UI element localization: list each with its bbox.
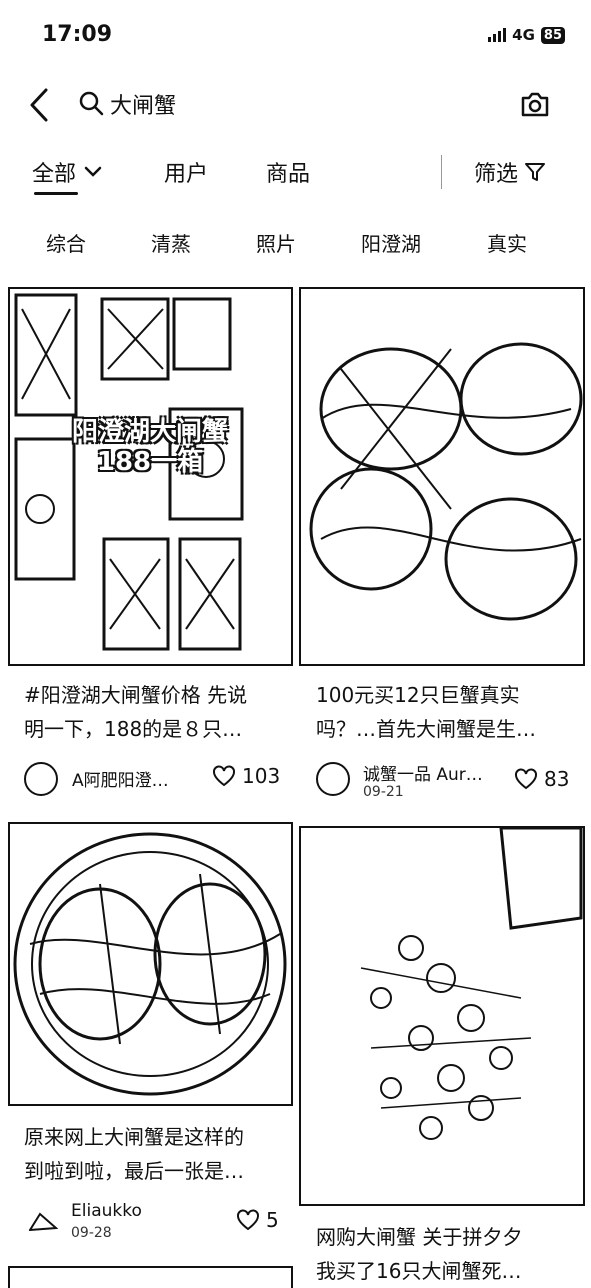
post-title-line-1: 网购大闸蟹 关于拼夕夕 (316, 1225, 523, 1249)
post-title[interactable]: 网购大闸蟹 关于拼夕夕 我买了16只大闸蟹死… (316, 1220, 576, 1280)
search-icon (79, 91, 104, 116)
author-name[interactable]: 诚蟹一品 Aur… (363, 760, 483, 785)
post-image[interactable] (299, 287, 585, 666)
status-indicators: 4G 85 (488, 26, 565, 44)
active-tab-indicator (34, 192, 78, 195)
post-title[interactable]: 原来网上大闸蟹是这样的 到啦到啦，最后一张是… (24, 1120, 284, 1188)
author-name[interactable]: A阿肥阳澄… (72, 766, 169, 791)
avatar[interactable] (24, 762, 58, 796)
chip-photos[interactable]: 照片 (256, 228, 296, 257)
post-image[interactable]: 阳澄湖大闸蟹 188一箱 (8, 287, 293, 666)
chip-steamed[interactable]: 清蒸 (151, 228, 191, 257)
post-title-line-1: #阳澄湖大闸蟹价格 先说 (24, 683, 248, 707)
post-title-line-1: 原来网上大闸蟹是这样的 (24, 1125, 244, 1149)
post-image[interactable] (8, 1266, 293, 1288)
filter-button[interactable]: 筛选 (474, 156, 546, 188)
post-image[interactable] (299, 826, 585, 1206)
crab-pile-image (309, 342, 583, 621)
chip-yangcheng-lake[interactable]: 阳澄湖 (361, 228, 421, 257)
chip-real[interactable]: 真实 (487, 228, 527, 257)
filter-label: 筛选 (474, 162, 519, 187)
back-icon[interactable] (22, 86, 56, 124)
post-title[interactable]: #阳澄湖大闸蟹价格 先说 明一下，188的是８只… (24, 678, 284, 746)
signal-icon (488, 28, 507, 42)
chevron-down-icon (84, 166, 102, 177)
like-button[interactable]: 103 (212, 764, 280, 788)
tab-products[interactable]: 商品 (266, 156, 310, 188)
heart-icon (237, 1209, 259, 1231)
post-title-line-2: 明一下，188的是８只… (24, 717, 243, 741)
like-count: 5 (266, 1208, 279, 1232)
post-title-line-2: 我买了16只大闸蟹死… (316, 1259, 522, 1280)
avatar-image (28, 1212, 59, 1232)
post-title[interactable]: 100元买12只巨蟹真实 吗？…首先大闸蟹是生… (316, 678, 576, 746)
author-name[interactable]: Eliaukko (71, 1201, 142, 1221)
chip-comprehensive[interactable]: 综合 (46, 228, 86, 257)
tab-divider (441, 155, 442, 189)
post-date: 09-21 (363, 784, 404, 800)
tab-users[interactable]: 用户 (164, 156, 208, 188)
like-button[interactable]: 5 (236, 1208, 279, 1232)
post-title-line-1: 100元买12只巨蟹真实 (316, 683, 520, 707)
like-count: 83 (544, 767, 570, 791)
status-time: 17:09 (42, 22, 113, 47)
camera-search-icon[interactable] (520, 90, 550, 118)
heart-icon (213, 765, 235, 787)
post-date: 09-28 (71, 1225, 112, 1241)
network-label: 4G (512, 26, 535, 44)
search-input[interactable]: 大闸蟹 (110, 88, 176, 120)
post-title-line-2: 吗？…首先大闸蟹是生… (316, 717, 536, 741)
heart-icon (515, 768, 537, 790)
dead-crabs-image (360, 828, 583, 1140)
tab-label: 全部 (32, 162, 77, 187)
avatar[interactable] (26, 1204, 60, 1238)
avatar[interactable] (316, 762, 350, 796)
post-title-line-2: 到啦到啦，最后一张是… (24, 1159, 244, 1183)
like-button[interactable]: 83 (514, 767, 569, 791)
battery-icon: 85 (540, 26, 565, 44)
filter-icon (525, 163, 546, 181)
post-image[interactable] (8, 822, 293, 1106)
like-count: 103 (242, 764, 281, 788)
tab-all[interactable]: 全部 (32, 156, 102, 188)
crab-plate-image (13, 832, 287, 1096)
image-overlay-caption: 阳澄湖大闸蟹 188一箱 (71, 417, 228, 477)
